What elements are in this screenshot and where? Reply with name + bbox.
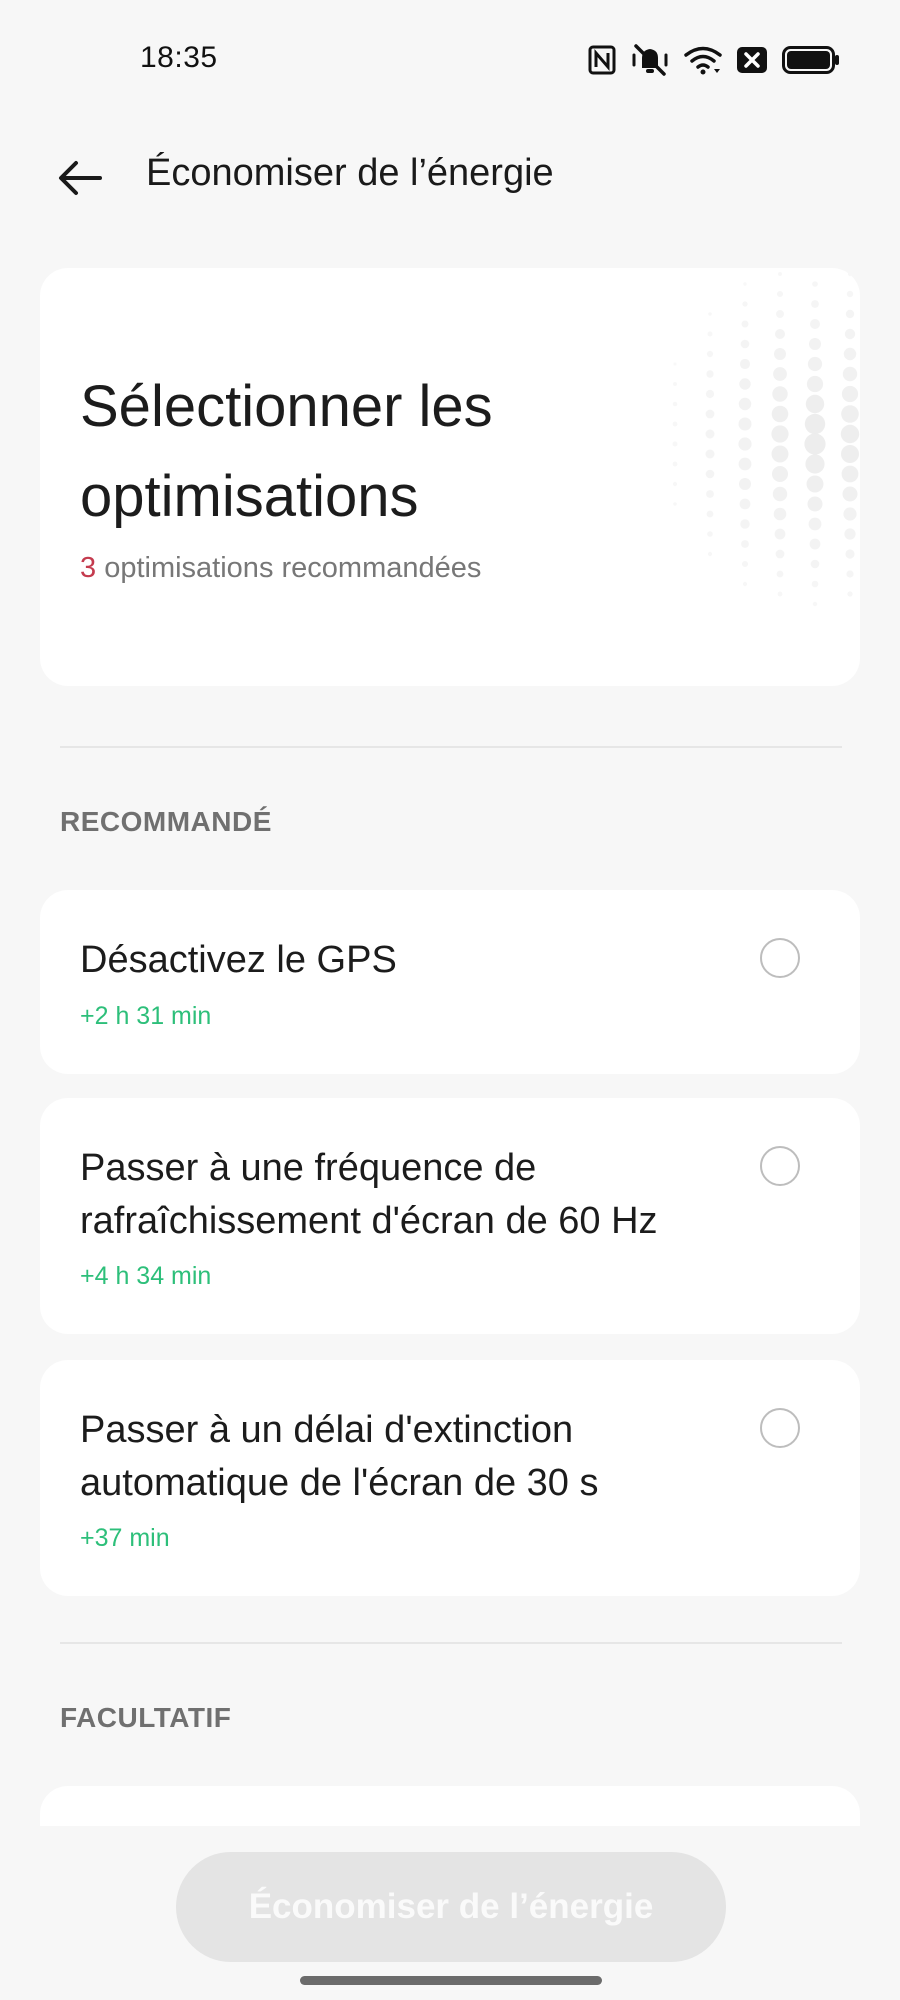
- nfc-icon: [588, 45, 616, 75]
- option-card-optional[interactable]: [40, 1786, 860, 1826]
- summary-card: Sélectionner les optimisations 3 optimis…: [40, 268, 860, 686]
- home-indicator[interactable]: [300, 1976, 602, 1985]
- app-header: Économiser de l’énergie: [0, 130, 900, 226]
- wifi-icon: [684, 45, 722, 75]
- vibrate-mode-icon: [630, 43, 670, 77]
- option-radio-refresh-rate[interactable]: [760, 1146, 800, 1186]
- save-energy-button[interactable]: Économiser de l’énergie: [176, 1852, 726, 1962]
- option-card-refresh-rate[interactable]: Passer à une fréquence de rafraîchisseme…: [40, 1098, 860, 1334]
- section-label-recommended: RECOMMANDÉ: [60, 806, 272, 837]
- hero-title: Sélectionner les optimisations: [80, 374, 493, 529]
- hero-subtitle: 3 optimisations recommandées: [80, 552, 481, 585]
- status-bar: 18:35: [0, 0, 900, 120]
- option-gain: +37 min: [80, 1524, 170, 1552]
- option-title: Passer à une fréquence de rafraîchisseme…: [80, 1147, 658, 1242]
- status-time: 18:35: [140, 41, 218, 74]
- section-label-optional: FACULTATIF: [60, 1702, 232, 1733]
- divider: [60, 746, 842, 748]
- recommended-count: 3: [80, 552, 97, 584]
- option-card-screen-timeout[interactable]: Passer à un délai d'extinction automatiq…: [40, 1360, 860, 1596]
- recommended-count-text: optimisations recommandées: [96, 552, 482, 584]
- back-button[interactable]: [46, 150, 114, 206]
- option-radio-screen-timeout[interactable]: [760, 1408, 800, 1448]
- option-title: Désactivez le GPS: [80, 939, 397, 981]
- battery-icon: [782, 46, 840, 74]
- option-radio-gps[interactable]: [760, 938, 800, 978]
- option-card-gps[interactable]: Désactivez le GPS +2 h 31 min: [40, 890, 860, 1074]
- divider: [60, 1642, 842, 1644]
- option-gain: +2 h 31 min: [80, 1002, 212, 1030]
- status-icons: [588, 42, 840, 78]
- sim-disabled-icon: [736, 46, 768, 74]
- option-gain: +4 h 34 min: [80, 1262, 212, 1290]
- page-title: Économiser de l’énergie: [146, 152, 554, 194]
- arrow-left-icon: [59, 161, 102, 195]
- option-title: Passer à un délai d'extinction automatiq…: [80, 1409, 599, 1504]
